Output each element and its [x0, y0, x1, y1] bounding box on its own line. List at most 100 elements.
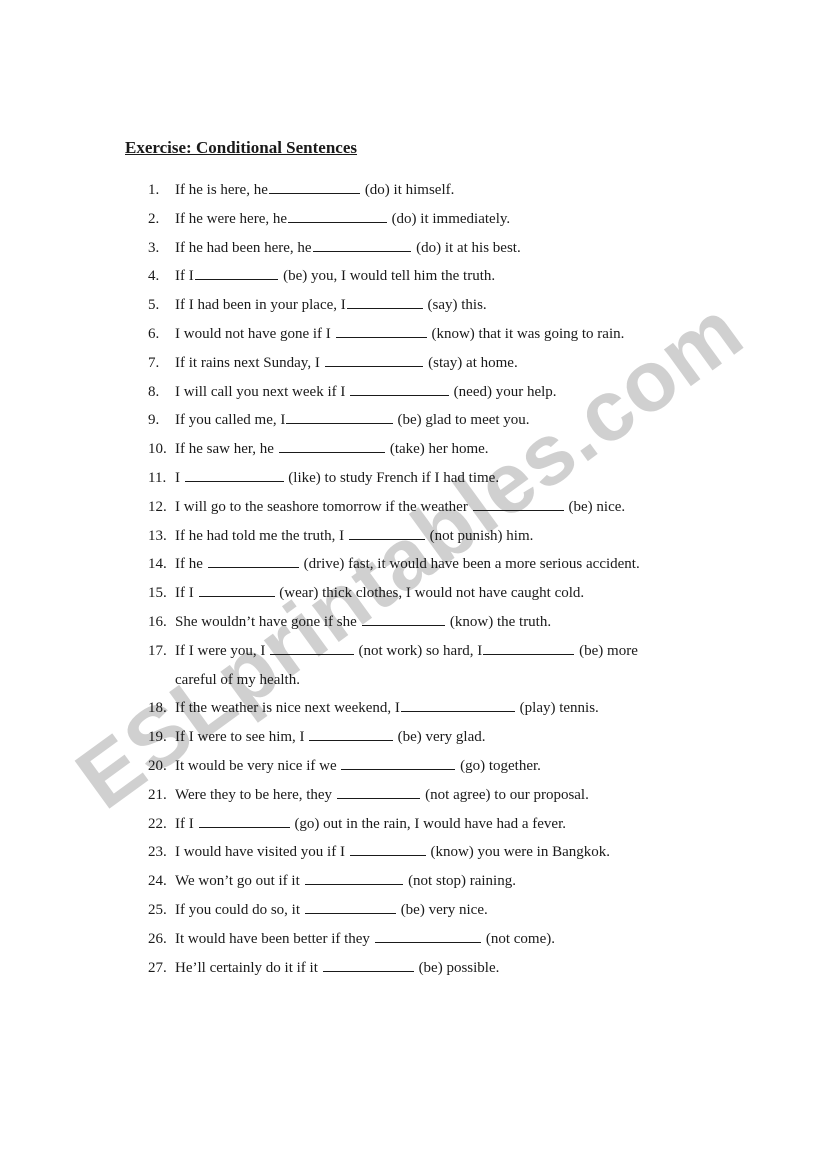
item-sentence: If I (wear) thick clothes, I would not h… [175, 579, 584, 608]
answer-blank[interactable] [304, 870, 404, 886]
sentence-end: (need) your help. [449, 383, 557, 400]
exercise-item: 9. If you called me, I (be) glad to meet … [148, 406, 748, 435]
exercise-item: 13. If he had told me the truth, I (not p… [148, 522, 748, 551]
sentence-end: (play) tennis. [515, 700, 599, 717]
item-number: 27. [148, 959, 167, 976]
item-number: 2. [148, 210, 160, 227]
exercise-item: 22. If I (go) out in the rain, I would ha… [148, 810, 748, 839]
sentence-start: It would have been better if they [175, 930, 374, 947]
answer-blank[interactable] [288, 208, 387, 223]
exercise-item: 7. If it rains next Sunday, I (stay) at h… [148, 349, 748, 378]
sentence-start: If I [175, 815, 198, 832]
sentence-end: (do) it immediately. [387, 210, 511, 227]
item-number: 19. [148, 729, 167, 746]
answer-blank[interactable] [472, 496, 564, 511]
sentence-start: If he saw her, he [175, 441, 278, 458]
sentence-end: (be) glad to meet you. [393, 412, 530, 429]
answer-blank[interactable] [336, 784, 421, 799]
item-sentence: I (like) to study French if I had time. [175, 464, 499, 493]
answer-blank[interactable] [198, 813, 290, 828]
item-sentence: If I had been in your place, I (say) thi… [175, 291, 487, 320]
item-number: 18. [148, 700, 167, 717]
answer-blank[interactable] [324, 352, 424, 367]
exercise-item: 26. It would have been better if they (no… [148, 925, 748, 954]
item-sentence: If I were you, I (not work) so hard, I (… [175, 637, 638, 666]
item-number: 3. [148, 239, 160, 256]
item-sentence: If he (drive) fast, it would have been a… [175, 550, 640, 579]
sentence-end: (wear) thick clothes, I would not have c… [275, 585, 585, 602]
answer-blank[interactable] [207, 553, 299, 569]
exercise-item: 4. If I (be) you, I would tell him the tr… [148, 262, 748, 291]
answer-blank[interactable] [270, 640, 354, 655]
sentence-end: (stay) at home. [424, 354, 518, 371]
answer-blank[interactable] [374, 928, 482, 943]
sentence-end: (be) possible. [414, 959, 500, 976]
exercise-item: 10. If he saw her, he (take) her home. [148, 435, 748, 464]
item-number: 8. [148, 383, 160, 400]
item-sentence: I will call you next week if I (need) yo… [175, 378, 557, 407]
answer-blank[interactable] [348, 525, 425, 540]
answer-blank[interactable] [346, 294, 423, 310]
item-number: 24. [148, 873, 167, 890]
answer-blank[interactable] [349, 841, 426, 857]
exercise-item: 19. If I were to see him, I (be) very gla… [148, 723, 748, 752]
answer-blank[interactable] [194, 265, 279, 281]
answer-blank[interactable] [400, 697, 515, 713]
exercise-item: 1. If he is here, he (do) it himself. [148, 176, 748, 205]
item-number: 21. [148, 786, 167, 803]
item-number: 10. [148, 441, 167, 458]
item-sentence: It would have been better if they (not c… [175, 925, 555, 954]
sentence-start: I will call you next week if I [175, 383, 350, 400]
exercise-list: 1. If he is here, he (do) it himself. 2. If… [148, 176, 748, 982]
item-number: 1. [148, 182, 160, 198]
item-number: 15. [148, 585, 167, 602]
exercise-item: 14. If he (drive) fast, it would have bee… [148, 550, 748, 579]
answer-blank[interactable] [335, 323, 427, 338]
answer-blank[interactable] [198, 582, 275, 598]
item-sentence: We won’t go out if it (not stop) raining… [175, 867, 516, 896]
answer-blank[interactable] [304, 899, 396, 914]
sentence-start: I would not have gone if I [175, 325, 335, 342]
item-number: 9. [148, 412, 160, 429]
page-title: Exercise: Conditional Sentences [125, 138, 358, 157]
exercise-item: 12. I will go to the seashore tomorrow if… [148, 493, 748, 522]
answer-blank[interactable] [350, 381, 449, 396]
exercise-item: 2. If he were here, he (do) it immediatel… [148, 205, 748, 234]
item-number: 25. [148, 901, 167, 918]
sentence-start: If he had been here, he [175, 239, 312, 256]
sentence-end: (not punish) him. [425, 527, 534, 544]
sentence-start: We won’t go out if it [175, 873, 304, 890]
answer-blank[interactable] [309, 726, 393, 742]
item-sentence: It would be very nice if we (go) togethe… [175, 752, 541, 781]
item-number: 26. [148, 930, 167, 947]
sentence-end: (not stop) raining. [404, 873, 516, 890]
answer-blank[interactable] [341, 755, 456, 770]
item-number: 14. [148, 556, 167, 573]
item-number: 16. [148, 613, 167, 630]
answer-blank[interactable] [278, 438, 386, 454]
answer-blank[interactable] [483, 640, 575, 655]
item-sentence: If you could do so, it (be) very nice. [175, 896, 488, 925]
answer-blank[interactable] [268, 179, 361, 194]
exercise-item: 27. He’ll certainly do it if it (be) poss… [148, 954, 748, 983]
answer-blank[interactable] [361, 611, 446, 626]
sentence-end: (not agree) to our proposal. [421, 786, 589, 803]
item-number: 20. [148, 757, 167, 774]
item-number: 12. [148, 498, 167, 515]
answer-blank[interactable] [312, 237, 412, 252]
item-number: 6. [148, 325, 160, 342]
answer-blank[interactable] [322, 957, 414, 972]
item-sentence: If I were to see him, I (be) very glad. [175, 723, 486, 752]
exercise-item: 23. I would have visited you if I (know) … [148, 838, 748, 867]
answer-blank[interactable] [286, 409, 393, 425]
item-sentence: If he had been here, he (do) it at his b… [175, 234, 521, 263]
exercise-item: 21. Were they to be here, they (not agree… [148, 781, 748, 810]
answer-blank[interactable] [184, 467, 284, 482]
sentence-start: If it rains next Sunday, I [175, 354, 324, 371]
item-sentence: If he is here, he (do) it himself. [175, 176, 454, 205]
sentence-end: (be) very nice. [396, 901, 488, 918]
item-number: 23. [148, 844, 167, 861]
exercise-item: 17. If I were you, I (not work) so hard, … [148, 637, 748, 695]
sentence-end: (go) out in the rain, I would have had a… [290, 815, 567, 832]
sentence-start: I will go to the seashore tomorrow if th… [175, 498, 472, 515]
